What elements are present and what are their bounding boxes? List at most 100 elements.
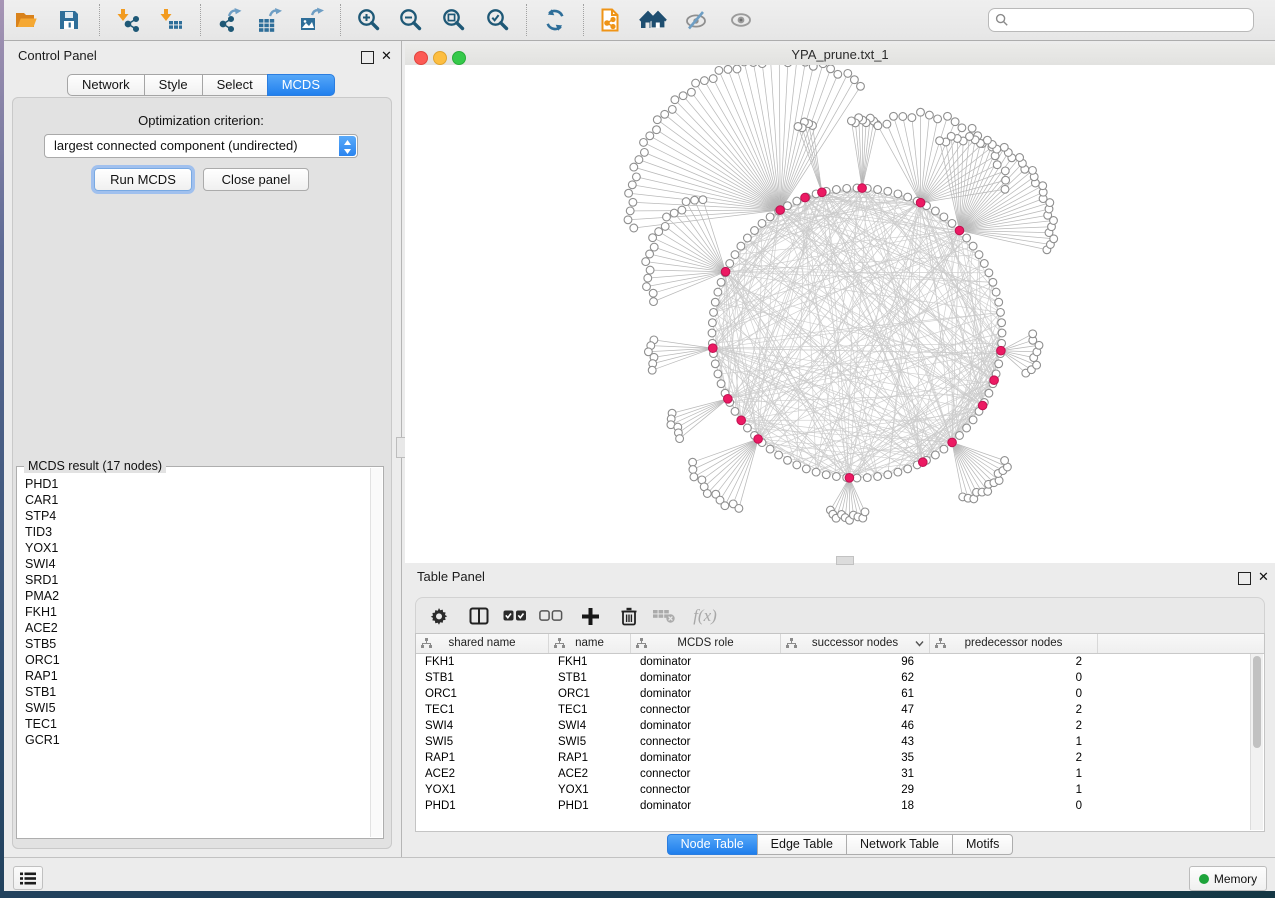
toolbar-separator [340, 4, 341, 36]
table-row[interactable]: PHD1PHD1dominator180 [416, 798, 1251, 814]
close-panel-icon[interactable]: ✕ [381, 50, 392, 61]
column-header-predecessor-nodes[interactable]: predecessor nodes [930, 634, 1098, 653]
network-view-canvas[interactable] [405, 65, 1275, 563]
node-table[interactable]: shared namenameMCDS rolesuccessor nodesp… [415, 633, 1265, 832]
network-graph[interactable] [405, 65, 1275, 563]
import-network-icon[interactable] [112, 5, 144, 35]
table-cell: dominator [631, 750, 781, 766]
settings-gear-icon[interactable] [426, 604, 452, 628]
close-panel-button[interactable]: Close panel [203, 168, 309, 191]
table-row[interactable]: ACE2ACE2connector311 [416, 766, 1251, 782]
tab-mcds[interactable]: MCDS [267, 74, 335, 96]
tab-style[interactable]: Style [144, 74, 203, 96]
mcds-result-item[interactable]: ACE2 [18, 620, 370, 636]
close-panel-icon[interactable]: ✕ [1258, 571, 1269, 582]
table-cell: PHD1 [416, 798, 549, 814]
column-header-shared-name[interactable]: shared name [416, 634, 549, 653]
table-cell: connector [631, 702, 781, 718]
mcds-result-item[interactable]: TEC1 [18, 716, 370, 732]
hide-graphics-icon[interactable] [680, 5, 712, 35]
mcds-result-item[interactable]: FKH1 [18, 604, 370, 620]
table-cell: FKH1 [416, 654, 549, 670]
mcds-result-item[interactable]: CAR1 [18, 492, 370, 508]
zoom-in-icon[interactable] [353, 5, 385, 35]
mcds-result-item[interactable]: TID3 [18, 524, 370, 540]
column-header-MCDS-role[interactable]: MCDS role [631, 634, 781, 653]
table-cell: 31 [781, 766, 930, 782]
add-column-icon[interactable] [577, 604, 603, 628]
import-table-icon[interactable] [155, 5, 187, 35]
tab-edge-table[interactable]: Edge Table [757, 834, 847, 855]
mcds-result-item[interactable]: YOX1 [18, 540, 370, 556]
zoom-selected-icon[interactable] [482, 5, 514, 35]
mcds-result-item[interactable]: GCR1 [18, 732, 370, 748]
table-cell: PHD1 [549, 798, 631, 814]
mcds-result-item[interactable]: SRD1 [18, 572, 370, 588]
run-mcds-button[interactable]: Run MCDS [94, 168, 192, 191]
column-header-name[interactable]: name [549, 634, 631, 653]
deselect-all-icon[interactable] [538, 604, 564, 628]
table-row[interactable]: RAP1RAP1dominator352 [416, 750, 1251, 766]
node-table-header[interactable]: shared namenameMCDS rolesuccessor nodesp… [416, 634, 1264, 654]
table-cell: 1 [930, 782, 1098, 798]
table-row[interactable]: SWI4SWI4dominator462 [416, 718, 1251, 734]
search-field[interactable] [988, 8, 1254, 32]
search-input[interactable] [1011, 10, 1250, 30]
tab-network-table[interactable]: Network Table [846, 834, 953, 855]
table-scrollbar-thumb[interactable] [1253, 656, 1261, 748]
export-table-icon[interactable] [253, 5, 285, 35]
table-cell: dominator [631, 654, 781, 670]
delete-column-icon[interactable] [616, 604, 642, 628]
node-table-body[interactable]: FKH1FKH1dominator962STB1STB1dominator620… [416, 654, 1251, 831]
float-panel-icon[interactable] [1238, 572, 1251, 585]
table-row[interactable]: ORC1ORC1dominator610 [416, 686, 1251, 702]
mcds-result-item[interactable]: PHD1 [18, 476, 370, 492]
table-cell: TEC1 [549, 702, 631, 718]
tab-node-table[interactable]: Node Table [667, 834, 758, 855]
zoom-out-icon[interactable] [395, 5, 427, 35]
table-cell: 46 [781, 718, 930, 734]
select-all-icon[interactable] [502, 604, 528, 628]
table-panel-title: Table Panel [417, 569, 485, 584]
columns-icon[interactable] [466, 604, 492, 628]
table-scrollbar[interactable] [1250, 654, 1263, 830]
mcds-list-scrollbar[interactable] [370, 468, 382, 837]
tab-motifs[interactable]: Motifs [952, 834, 1013, 855]
table-row[interactable]: YOX1YOX1connector291 [416, 782, 1251, 798]
canvas-splitter-handle[interactable] [836, 556, 854, 565]
table-cell: ORC1 [549, 686, 631, 702]
mcds-result-item[interactable]: STB5 [18, 636, 370, 652]
table-cell: YOX1 [549, 782, 631, 798]
open-file-icon[interactable] [10, 5, 42, 35]
column-header-filler [1098, 634, 1264, 653]
tab-select[interactable]: Select [202, 74, 268, 96]
table-row[interactable]: TEC1TEC1connector472 [416, 702, 1251, 718]
export-image-icon[interactable] [295, 5, 327, 35]
tab-network[interactable]: Network [67, 74, 145, 96]
mcds-result-item[interactable]: STP4 [18, 508, 370, 524]
mcds-result-list[interactable]: PHD1CAR1STP4TID3YOX1SWI4SRD1PMA2FKH1ACE2… [18, 476, 370, 837]
mcds-result-item[interactable]: ORC1 [18, 652, 370, 668]
mcds-result-item[interactable]: SWI5 [18, 700, 370, 716]
new-network-from-file-icon[interactable] [594, 5, 626, 35]
show-panels-button[interactable] [13, 866, 43, 890]
mcds-result-item[interactable]: RAP1 [18, 668, 370, 684]
criterion-select[interactable]: largest connected component (undirected) [44, 134, 358, 158]
mcds-result-item[interactable]: PMA2 [18, 588, 370, 604]
float-panel-icon[interactable] [361, 51, 374, 64]
home-icon[interactable] [637, 5, 669, 35]
mcds-result-item[interactable]: STB1 [18, 684, 370, 700]
table-row[interactable]: SWI5SWI5connector431 [416, 734, 1251, 750]
function-builder-icon: f(x) [692, 604, 718, 628]
table-cell: 47 [781, 702, 930, 718]
refresh-layout-icon[interactable] [539, 5, 571, 35]
table-row[interactable]: FKH1FKH1dominator962 [416, 654, 1251, 670]
mcds-result-item[interactable]: SWI4 [18, 556, 370, 572]
memory-button[interactable]: Memory [1189, 866, 1267, 891]
column-header-successor-nodes[interactable]: successor nodes [781, 634, 930, 653]
table-row[interactable]: STB1STB1dominator620 [416, 670, 1251, 686]
show-graphics-icon[interactable] [725, 5, 757, 35]
save-session-icon[interactable] [53, 5, 85, 35]
zoom-fit-icon[interactable] [438, 5, 470, 35]
export-network-icon[interactable] [213, 5, 245, 35]
